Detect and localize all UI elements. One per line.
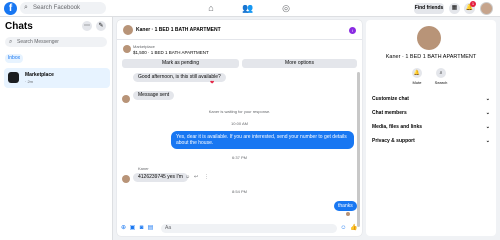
- media-files-links-row[interactable]: Media, files and links ⌄: [372, 124, 490, 130]
- like-icon[interactable]: 👍: [350, 225, 357, 232]
- sticker-icon[interactable]: ◙: [138, 225, 145, 232]
- timestamp: 8:54 PM: [232, 189, 247, 194]
- facebook-search-input[interactable]: ⌕ Search Facebook: [20, 2, 106, 14]
- chat-members-row[interactable]: Chat members ⌄: [372, 110, 490, 116]
- row-label: Media, files and links: [372, 124, 423, 130]
- messenger-search-placeholder: Search Messenger: [17, 39, 59, 45]
- chat-panel: Kaner · 1 BED 1 BATH APARTMENT i Marketp…: [117, 20, 362, 236]
- image-icon[interactable]: ▣: [129, 225, 136, 232]
- search-icon[interactable]: ⌕: [436, 68, 446, 78]
- mark-as-pending-button[interactable]: Mark as pending: [122, 59, 239, 68]
- sender-avatar: [122, 175, 130, 183]
- chat-scrollbar[interactable]: [357, 72, 360, 227]
- chat-header: Kaner · 1 BED 1 BATH APARTMENT i: [117, 20, 362, 40]
- privacy-support-row[interactable]: Privacy & support ⌄: [372, 138, 490, 144]
- conversation-item-marketplace[interactable]: Marketplace · 2m: [4, 68, 110, 88]
- message-bubble-outgoing[interactable]: Yes, dear it is available. If you are in…: [171, 131, 354, 149]
- row-label: Privacy & support: [372, 138, 415, 144]
- facebook-logo[interactable]: f: [4, 2, 17, 15]
- menu-grid-icon[interactable]: ▦: [449, 3, 460, 14]
- top-navigation-bar: f ⌕ Search Facebook ⌂ 👥 ◎ Find friends ▦…: [0, 0, 500, 17]
- message-composer: ⊕ ▣ ◙ ▤ Aa ☺ 👍: [117, 221, 362, 236]
- groups-icon[interactable]: ◎: [280, 2, 292, 14]
- message-bubble-incoming[interactable]: Message sent: [133, 91, 175, 100]
- chats-title: Chats: [5, 21, 33, 32]
- search-icon: ⌕: [9, 39, 13, 45]
- gif-icon[interactable]: ▤: [147, 225, 154, 232]
- heart-reaction-icon: ❤: [210, 80, 215, 86]
- message-bubble-incoming[interactable]: 4126239745 yes I'm: [133, 173, 188, 182]
- chats-sidebar: Chats ⋯ ✎ ⌕ Search Messenger Inbox Marke…: [0, 17, 113, 240]
- profile-avatar[interactable]: [480, 2, 493, 15]
- message-bubble-outgoing[interactable]: thanks: [334, 201, 357, 211]
- timestamp: 10:00 AM: [231, 121, 248, 126]
- customize-chat-row[interactable]: Customize chat ⌄: [372, 96, 490, 102]
- search-placeholder: Search Facebook: [33, 5, 81, 11]
- mute-label: Mute: [412, 80, 422, 85]
- sender-avatar: [122, 95, 130, 103]
- info-icon[interactable]: i: [349, 27, 356, 34]
- mute-bell-icon[interactable]: 🔔: [412, 68, 422, 78]
- more-options-icon[interactable]: ⋯: [82, 21, 92, 31]
- conversation-details-panel: Kaner · 1 BED 1 BATH APARTMENT 🔔 Mute ⌕ …: [366, 20, 496, 236]
- friends-icon[interactable]: 👥: [242, 2, 254, 14]
- message-input[interactable]: Aa: [161, 224, 337, 233]
- chat-avatar[interactable]: [123, 25, 133, 35]
- timestamp: 6:37 PM: [232, 155, 247, 160]
- sender-name: Kaner: [138, 166, 149, 171]
- waiting-note: Kaner is waiting for your response.: [208, 109, 271, 114]
- contact-name: Kaner · 1 BED 1 BATH APARTMENT: [385, 54, 477, 60]
- plus-icon[interactable]: ⊕: [120, 225, 127, 232]
- listing-title[interactable]: $1,500 · 1 BED 1 BATH APARTMENT: [133, 50, 209, 55]
- listing-avatar: [123, 45, 131, 53]
- marketplace-icon: [8, 72, 19, 83]
- find-friends-button[interactable]: Find friends: [414, 3, 444, 14]
- conversation-name: Marketplace: [25, 72, 54, 78]
- row-label: Chat members: [372, 110, 407, 116]
- chevron-down-icon: ⌄: [485, 124, 490, 130]
- home-icon[interactable]: ⌂: [205, 2, 217, 14]
- seen-avatar: [346, 212, 350, 216]
- search-label: Search: [434, 80, 448, 85]
- chat-title[interactable]: Kaner · 1 BED 1 BATH APARTMENT: [136, 27, 221, 33]
- tab-inbox[interactable]: Inbox: [5, 54, 23, 63]
- chevron-down-icon: ⌄: [485, 96, 490, 102]
- chevron-down-icon: ⌄: [485, 110, 490, 116]
- conversation-time: · 2m: [25, 79, 33, 84]
- chevron-down-icon: ⌄: [485, 138, 490, 144]
- react-emoji-icon[interactable]: ☺: [185, 174, 190, 180]
- reply-icon[interactable]: ↩: [194, 174, 198, 180]
- more-options-button[interactable]: More options: [242, 59, 357, 68]
- emoji-icon[interactable]: ☺: [340, 225, 347, 232]
- messenger-search-input[interactable]: ⌕ Search Messenger: [5, 37, 107, 47]
- notification-badge: 1: [470, 1, 476, 7]
- contact-avatar[interactable]: [417, 26, 441, 50]
- more-actions-icon[interactable]: ⋮: [204, 174, 209, 180]
- row-label: Customize chat: [372, 96, 409, 102]
- new-message-icon[interactable]: ✎: [96, 21, 106, 31]
- search-icon: ⌕: [24, 4, 28, 11]
- marketplace-label: Marketplace: [133, 44, 155, 49]
